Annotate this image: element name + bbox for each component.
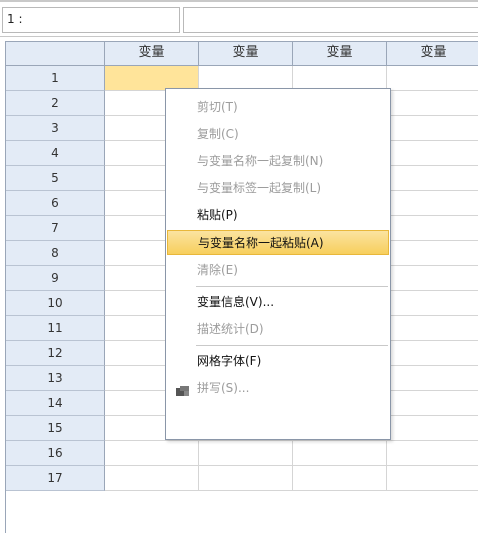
grid-cell[interactable] [199, 441, 293, 466]
menu-item-cut[interactable]: 剪切(T) [167, 95, 389, 120]
menu-item-descriptive-stats[interactable]: 描述统计(D) [167, 317, 389, 342]
grid-cell[interactable] [387, 416, 478, 441]
grid-cell[interactable] [387, 391, 478, 416]
column-header-1[interactable]: 变量 [105, 42, 199, 66]
grid-cell[interactable] [387, 66, 478, 91]
row-header[interactable]: 16 [6, 441, 105, 466]
row-header[interactable]: 5 [6, 166, 105, 191]
data-grid: 变量 变量 变量 变量 1 2 3 4 5 6 7 8 9 10 11 12 13 14 15 16 17 剪切… [5, 41, 478, 533]
toolbar-area: 1 : [0, 0, 478, 37]
row-header[interactable]: 6 [6, 191, 105, 216]
cell-reference-box: 1 : [2, 7, 180, 33]
row-header[interactable]: 13 [6, 366, 105, 391]
grid-cell[interactable] [387, 291, 478, 316]
row-header[interactable]: 14 [6, 391, 105, 416]
row-header[interactable]: 2 [6, 91, 105, 116]
spell-check-icon [175, 382, 191, 396]
context-menu: 剪切(T) 复制(C) 与变量名称一起复制(N) 与变量标签一起复制(L) 粘贴… [165, 88, 391, 440]
row-header[interactable]: 1 [6, 66, 105, 91]
row-header[interactable]: 4 [6, 141, 105, 166]
menu-item-clear[interactable]: 清除(E) [167, 258, 389, 283]
row-header[interactable]: 17 [6, 466, 105, 491]
menu-item-copy-with-names[interactable]: 与变量名称一起复制(N) [167, 149, 389, 174]
grid-cell[interactable] [387, 366, 478, 391]
row-header[interactable]: 12 [6, 341, 105, 366]
row-header[interactable]: 3 [6, 116, 105, 141]
row-header[interactable]: 7 [6, 216, 105, 241]
menu-item-spelling-label: 拼写(S)... [197, 381, 250, 395]
grid-cell[interactable] [387, 266, 478, 291]
row-header[interactable]: 8 [6, 241, 105, 266]
menu-item-copy[interactable]: 复制(C) [167, 122, 389, 147]
grid-cell[interactable] [387, 91, 478, 116]
row-header[interactable]: 15 [6, 416, 105, 441]
column-header-3[interactable]: 变量 [293, 42, 387, 66]
grid-corner [6, 42, 105, 66]
grid-cell[interactable] [199, 466, 293, 491]
grid-cell[interactable] [387, 316, 478, 341]
menu-item-grid-font[interactable]: 网格字体(F) [167, 349, 389, 374]
menu-separator [196, 345, 388, 346]
grid-cell[interactable] [387, 116, 478, 141]
grid-cell[interactable] [387, 216, 478, 241]
grid-cell[interactable] [387, 341, 478, 366]
column-header-4[interactable]: 变量 [387, 42, 478, 66]
grid-cell[interactable] [105, 441, 199, 466]
menu-item-paste[interactable]: 粘贴(P) [167, 203, 389, 228]
toolbar-strip [0, 0, 478, 2]
grid-cell[interactable] [387, 441, 478, 466]
row-header[interactable]: 9 [6, 266, 105, 291]
row-header[interactable]: 10 [6, 291, 105, 316]
grid-cell[interactable] [293, 441, 387, 466]
menu-item-copy-with-labels[interactable]: 与变量标签一起复制(L) [167, 176, 389, 201]
menu-separator [196, 286, 388, 287]
cell-value-editor[interactable] [183, 7, 478, 33]
grid-cell[interactable] [387, 191, 478, 216]
menu-item-variable-info[interactable]: 变量信息(V)... [167, 290, 389, 315]
grid-cell[interactable] [105, 466, 199, 491]
grid-cell[interactable] [387, 241, 478, 266]
column-header-2[interactable]: 变量 [199, 42, 293, 66]
menu-item-spelling[interactable]: 拼写(S)... [167, 376, 389, 401]
grid-cell[interactable] [387, 466, 478, 491]
menu-item-paste-with-names[interactable]: 与变量名称一起粘贴(A) [167, 230, 389, 255]
grid-cell[interactable] [387, 166, 478, 191]
row-header[interactable]: 11 [6, 316, 105, 341]
grid-cell[interactable] [293, 466, 387, 491]
grid-cell[interactable] [387, 141, 478, 166]
